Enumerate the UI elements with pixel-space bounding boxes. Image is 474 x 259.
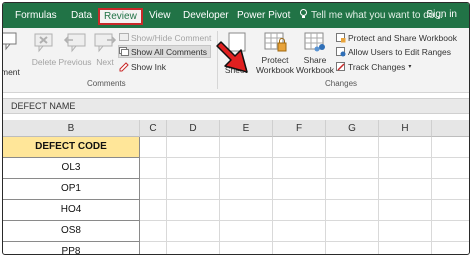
track-changes-button[interactable]: Track Changes ▾ [336, 60, 411, 73]
empty-cell[interactable] [220, 200, 273, 221]
empty-cell[interactable] [432, 137, 469, 158]
show-all-comments-button[interactable]: Show All Comments [118, 45, 212, 58]
column-header-d[interactable]: D [167, 120, 220, 137]
empty-cell[interactable] [432, 158, 469, 179]
previous-comment-icon [63, 33, 86, 53]
show-ink-button[interactable]: Show Ink [119, 60, 166, 73]
delete-comment-icon [34, 33, 53, 53]
tab-review[interactable]: Review [98, 8, 143, 25]
empty-cell[interactable] [273, 137, 326, 158]
empty-cell[interactable] [273, 242, 326, 254]
formula-bar[interactable]: DEFECT NAME [3, 98, 469, 114]
empty-cell[interactable] [167, 221, 220, 242]
red-arrow-icon [216, 41, 248, 73]
empty-cell[interactable] [326, 179, 379, 200]
empty-cell[interactable] [140, 158, 167, 179]
tab-formulas[interactable]: Formulas [15, 9, 57, 22]
empty-cell[interactable] [432, 200, 469, 221]
show-hide-comment-button[interactable]: Show/Hide Comment [119, 31, 211, 44]
allow-edit-ranges-button[interactable]: Allow Users to Edit Ranges [336, 45, 451, 58]
table-cell[interactable]: OP1 [3, 179, 140, 200]
empty-cell[interactable] [326, 242, 379, 254]
changes-group-label: Changes [325, 79, 358, 88]
table-cell[interactable]: HO4 [3, 200, 140, 221]
column-header-h[interactable]: H [379, 120, 432, 137]
tell-me-text: Tell me what you want to do... [311, 10, 443, 21]
tab-view[interactable]: View [149, 9, 171, 22]
allow-users-icon [336, 46, 346, 56]
protect-workbook-icon [264, 32, 287, 52]
tab-data[interactable]: Data [71, 9, 92, 22]
empty-cell[interactable] [220, 221, 273, 242]
empty-cell[interactable] [326, 200, 379, 221]
empty-cell[interactable] [326, 158, 379, 179]
next-comment-button[interactable]: Next [93, 31, 117, 67]
ink-pen-icon [119, 61, 129, 71]
empty-cell[interactable] [432, 242, 469, 254]
empty-cell[interactable] [379, 221, 432, 242]
dropdown-caret-icon: ▾ [408, 64, 412, 70]
empty-cell[interactable] [140, 221, 167, 242]
empty-cell[interactable] [220, 158, 273, 179]
sign-in-link[interactable]: Sign in [426, 9, 457, 20]
table-cell[interactable]: PP8 [3, 242, 140, 254]
empty-cell[interactable] [379, 200, 432, 221]
column-header-e[interactable]: E [220, 120, 273, 137]
empty-cell[interactable] [379, 242, 432, 254]
track-changes-icon [336, 61, 345, 71]
empty-cell[interactable] [167, 137, 220, 158]
previous-comment-button[interactable]: Previous [57, 31, 93, 67]
worksheet-grid: B C D E F G H DEFECT CODE OL3 OP1 HO4 OS… [3, 120, 469, 254]
new-comment-icon [3, 32, 17, 51]
empty-cell[interactable] [167, 158, 220, 179]
empty-cell[interactable] [140, 242, 167, 254]
share-workbook-icon [304, 32, 325, 52]
empty-cell[interactable] [379, 137, 432, 158]
empty-cell[interactable] [379, 158, 432, 179]
ribbon-tab-bar: Formulas Data Review View Developer Powe… [3, 3, 469, 28]
tell-me-box[interactable]: Tell me what you want to do... [299, 9, 443, 21]
column-header-f[interactable]: F [273, 120, 326, 137]
empty-cell[interactable] [326, 221, 379, 242]
empty-cell[interactable] [140, 137, 167, 158]
empty-cell[interactable] [273, 221, 326, 242]
empty-cell[interactable] [432, 179, 469, 200]
next-comment-icon [94, 33, 117, 53]
empty-cell[interactable] [167, 200, 220, 221]
empty-cell[interactable] [273, 179, 326, 200]
column-header-b[interactable]: B [3, 120, 140, 137]
protect-share-icon [336, 32, 346, 42]
table-cell[interactable]: OL3 [3, 158, 140, 179]
column-header-blank [432, 120, 469, 137]
excel-window: alphr Formulas Data Review View Develope… [2, 2, 470, 255]
empty-cell[interactable] [220, 137, 273, 158]
protect-and-share-button[interactable]: Protect and Share Workbook [336, 31, 457, 44]
new-comment-button[interactable]: ment [3, 31, 20, 77]
tab-power-pivot[interactable]: Power Pivot [237, 9, 290, 22]
empty-cell[interactable] [167, 179, 220, 200]
show-all-comments-icon [119, 46, 129, 56]
tab-developer[interactable]: Developer [183, 9, 229, 22]
formula-bar-value: DEFECT NAME [11, 101, 76, 111]
column-header-g[interactable]: G [326, 120, 379, 137]
comments-group-label: Comments [87, 79, 126, 88]
empty-cell[interactable] [220, 179, 273, 200]
empty-cell[interactable] [379, 179, 432, 200]
comment-icon [119, 32, 129, 41]
empty-cell[interactable] [326, 137, 379, 158]
protect-workbook-button[interactable]: Protect Workbook [253, 31, 297, 75]
lightbulb-icon [300, 9, 307, 18]
empty-cell[interactable] [167, 242, 220, 254]
empty-cell[interactable] [140, 200, 167, 221]
empty-cell[interactable] [140, 179, 167, 200]
empty-cell[interactable] [432, 221, 469, 242]
header-cell-defect-code[interactable]: DEFECT CODE [3, 137, 140, 158]
empty-cell[interactable] [273, 158, 326, 179]
share-workbook-button[interactable]: Share Workbook [295, 31, 335, 75]
column-header-c[interactable]: C [140, 120, 167, 137]
empty-cell[interactable] [220, 242, 273, 254]
empty-cell[interactable] [273, 200, 326, 221]
delete-comment-button[interactable]: Delete [28, 31, 60, 67]
table-cell[interactable]: OS8 [3, 221, 140, 242]
